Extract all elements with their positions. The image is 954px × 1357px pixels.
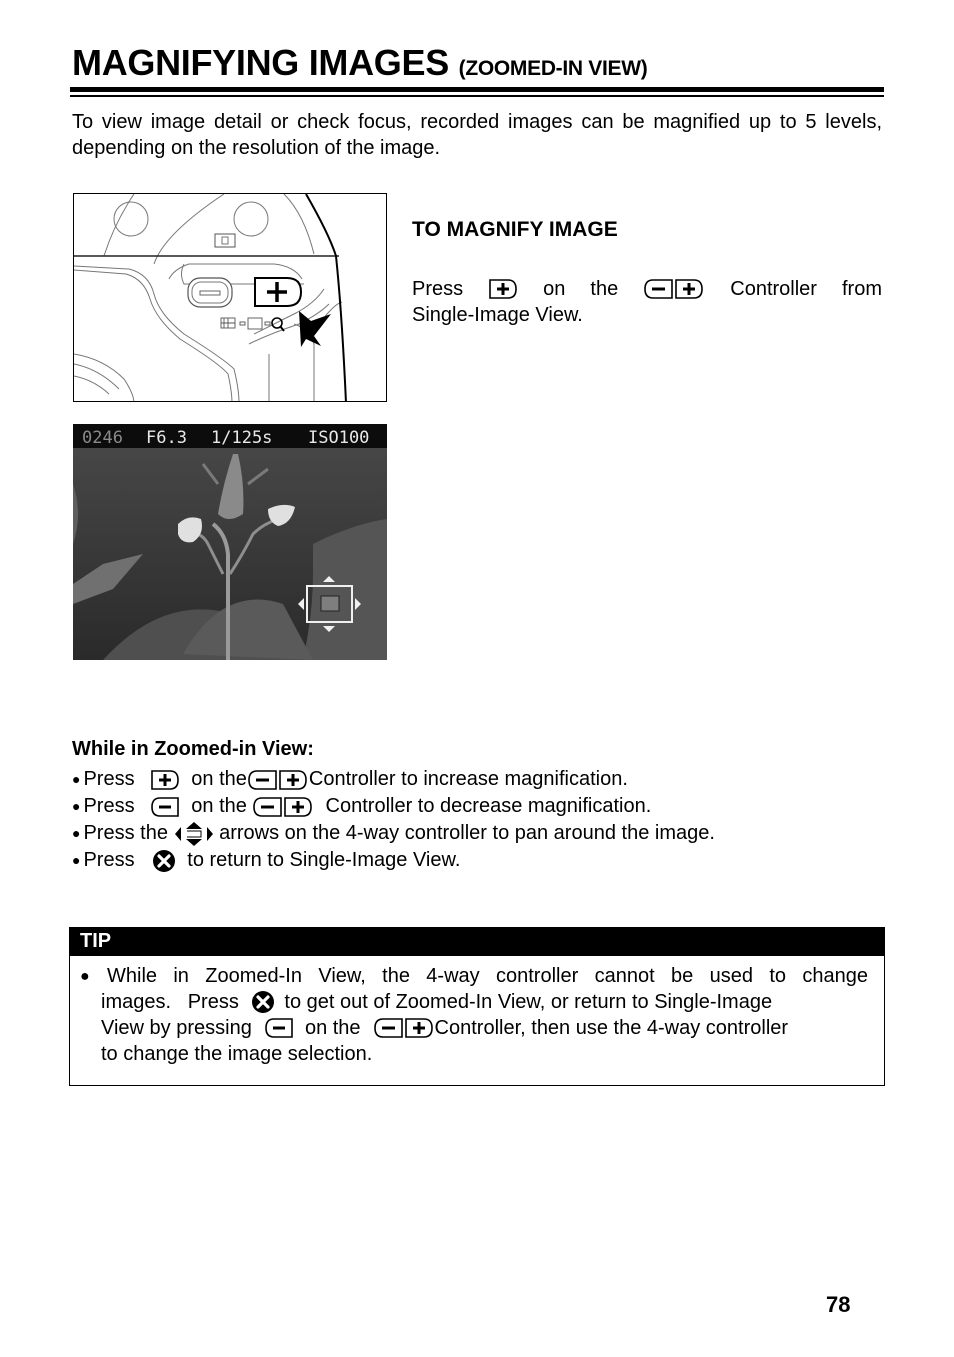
magnify-heading: TO MAGNIFY IMAGE <box>412 218 618 241</box>
magnify-word: the <box>590 278 619 300</box>
page-title: MAGNIFYING IMAGES (ZOOMED-IN VIEW) <box>72 42 648 84</box>
tip-word: the <box>382 965 410 987</box>
tip-word: 4-way <box>426 965 480 987</box>
tip-word: controller <box>496 965 579 987</box>
tip-word: used <box>709 965 753 987</box>
lcd-aperture: F6.3 <box>146 428 187 448</box>
flower-photo <box>73 424 387 660</box>
plus-button-icon <box>488 278 518 300</box>
lcd-iso: ISO100 <box>308 428 370 448</box>
minus-plus-controller-icon <box>643 278 705 300</box>
lcd-shutter-speed: 1/125s <box>211 428 273 448</box>
zoomed-in-lcd-screenshot: 0246 F6.3 1/125s ISO100 <box>73 424 387 660</box>
tip-text: on the <box>293 1017 361 1039</box>
camera-line-drawing <box>74 194 347 401</box>
intro-paragraph: To view image detail or check focus, rec… <box>72 111 882 159</box>
tip-text: Controller, then use the 4-way controlle… <box>434 1017 789 1039</box>
tip-word: While <box>107 965 158 987</box>
tip-word: Zoomed-In <box>205 965 302 987</box>
tip-text: images. Press <box>101 991 239 1013</box>
bullet-dot: ● <box>72 852 81 868</box>
page-title-suffix: (ZOOMED-IN VIEW) <box>458 57 648 80</box>
camera-controller-illustration <box>73 193 387 402</box>
zoomed-in-heading: While in Zoomed-in View: <box>72 738 314 760</box>
minus-button-icon <box>150 796 180 818</box>
bullet-text: arrows on the 4-way controller to pan ar… <box>213 822 715 844</box>
tip-line-1: While in Zoomed-In View, the 4-way contr… <box>107 963 868 989</box>
four-way-arrows-icon <box>174 821 214 847</box>
tip-text: View by pressing <box>101 1017 252 1039</box>
tip-line-2: images. Press to get out of Zoomed-In Vi… <box>101 989 868 1015</box>
bullet-text: to return to Single-Image View. <box>176 849 461 871</box>
minus-plus-controller-icon <box>252 796 314 818</box>
tip-word: change <box>802 965 868 987</box>
title-rule-thin <box>70 95 884 97</box>
bullet-dot: ● <box>72 798 81 814</box>
minus-plus-controller-icon <box>247 769 309 791</box>
tip-text: to get out of Zoomed-In View, or return … <box>278 991 773 1013</box>
title-rule-thick <box>70 87 884 92</box>
bullet-text: on the <box>180 795 253 817</box>
bullet-item-pan: ● Press the arrows on the 4-way controll… <box>72 820 715 847</box>
magnify-word: Press <box>412 278 464 300</box>
tip-word: cannot <box>594 965 655 987</box>
tip-line-3: View by pressing on the Controller, then… <box>101 1015 868 1041</box>
bullet-item-return: ● Press to return to Single-Image View. <box>72 847 715 874</box>
magnify-instructions: Press on the Controller from Single-Imag… <box>412 276 882 328</box>
minus-plus-controller-icon <box>373 1017 435 1039</box>
tip-line-4: to change the image selection. <box>101 1043 373 1065</box>
zoomed-in-bullet-list: ● Press on the Controller to increase ma… <box>72 766 715 874</box>
cancel-x-icon <box>251 990 275 1014</box>
tip-word: in <box>173 965 189 987</box>
magnify-word: Controller <box>730 278 817 300</box>
tip-word: be <box>671 965 694 987</box>
page-number: 78 <box>826 1292 851 1317</box>
plus-button-icon <box>150 769 180 791</box>
minus-button-icon <box>264 1017 294 1039</box>
bullet-text: on the <box>180 768 247 790</box>
bullet-text: Press the <box>83 822 174 844</box>
magnify-line-2: Single-Image View. <box>412 304 583 326</box>
bullet-text: Press <box>83 768 141 790</box>
bullet-text: Press <box>83 849 141 871</box>
bullet-text: Press <box>83 795 141 817</box>
page-title-main: MAGNIFYING IMAGES <box>72 42 449 83</box>
lcd-frame-number: 0246 <box>82 428 123 448</box>
bullet-dot: ● <box>72 825 81 841</box>
magnify-line-1: Press on the Controller from <box>412 276 882 302</box>
magnify-word: on <box>543 278 566 300</box>
bullet-dot: ● <box>72 771 81 787</box>
tip-word: View, <box>318 965 366 987</box>
tip-header: TIP <box>69 927 885 956</box>
tip-body: While in Zoomed-In View, the 4-way contr… <box>80 963 868 1067</box>
bullet-item-decrease: ● Press on the Controller to decrease ma… <box>72 793 715 820</box>
tip-word: to <box>769 965 787 987</box>
cancel-x-icon <box>152 849 176 873</box>
magnify-word: from <box>841 278 882 300</box>
bullet-text: Controller to decrease magnification. <box>314 795 652 817</box>
bullet-item-increase: ● Press on the Controller to increase ma… <box>72 766 715 793</box>
bullet-text: Controller to increase magnification. <box>308 768 628 790</box>
